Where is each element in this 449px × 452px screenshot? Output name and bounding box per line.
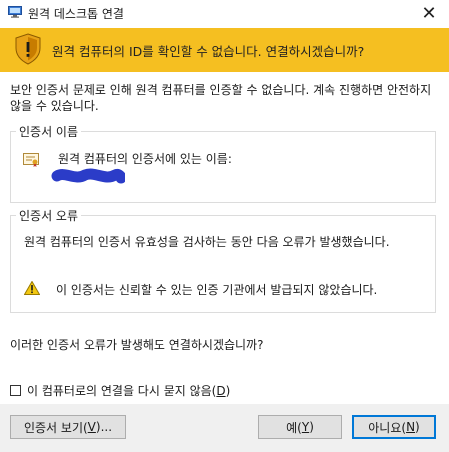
certificate-icon <box>23 153 39 167</box>
close-button[interactable]: ✕ <box>409 0 449 26</box>
certificate-error-group-title: 인증서 오류 <box>16 207 82 224</box>
dont-ask-again-label[interactable]: 이 컴퓨터로의 연결을 다시 묻지 않음(D) <box>27 382 230 399</box>
certificate-error-description: 원격 컴퓨터의 인증서 유효성을 검사하는 동안 다음 오류가 발생했습니다. <box>24 235 390 249</box>
window-title: 원격 데스크톱 연결 <box>28 7 124 21</box>
view-certificate-button[interactable]: 인증서 보기(V)... <box>10 415 126 439</box>
yes-button[interactable]: 예(Y) <box>258 415 342 439</box>
no-button[interactable]: 아니요(N) <box>352 415 436 439</box>
certificate-error-group: 인증서 오류 원격 컴퓨터의 인증서 유효성을 검사하는 동안 다음 오류가 발… <box>10 207 436 313</box>
security-description: 보안 인증서 문제로 인해 원격 컴퓨터를 인증할 수 없습니다. 계속 진행하… <box>10 83 432 113</box>
connect-question: 이러한 인증서 오류가 발생해도 연결하시겠습니까? <box>10 338 264 352</box>
warning-banner: 원격 컴퓨터의 ID를 확인할 수 없습니다. 연결하시겠습니까? <box>0 28 449 72</box>
certificate-name-group: 인증서 이름 원격 컴퓨터의 인증서에 있는 이름: <box>10 123 436 203</box>
shield-warning-icon <box>15 33 41 65</box>
banner-message: 원격 컴퓨터의 ID를 확인할 수 없습니다. 연결하시겠습니까? <box>52 44 365 59</box>
redacted-certificate-name <box>51 168 125 184</box>
button-bar: 인증서 보기(V)... 예(Y) 아니요(N) <box>0 404 449 452</box>
certificate-name-label: 원격 컴퓨터의 인증서에 있는 이름: <box>58 152 232 166</box>
certificate-name-group-title: 인증서 이름 <box>16 123 82 140</box>
dont-ask-again-checkbox[interactable] <box>10 385 21 396</box>
remote-desktop-icon <box>8 6 22 18</box>
dont-ask-again-option[interactable]: 이 컴퓨터로의 연결을 다시 묻지 않음(D) <box>10 382 230 399</box>
title-bar: 원격 데스크톱 연결 ✕ <box>0 0 449 26</box>
certificate-error-message: 이 인증서는 신뢰할 수 있는 인증 기관에서 발급되지 않았습니다. <box>56 283 378 297</box>
warning-triangle-icon <box>24 281 40 295</box>
close-icon: ✕ <box>421 2 437 24</box>
